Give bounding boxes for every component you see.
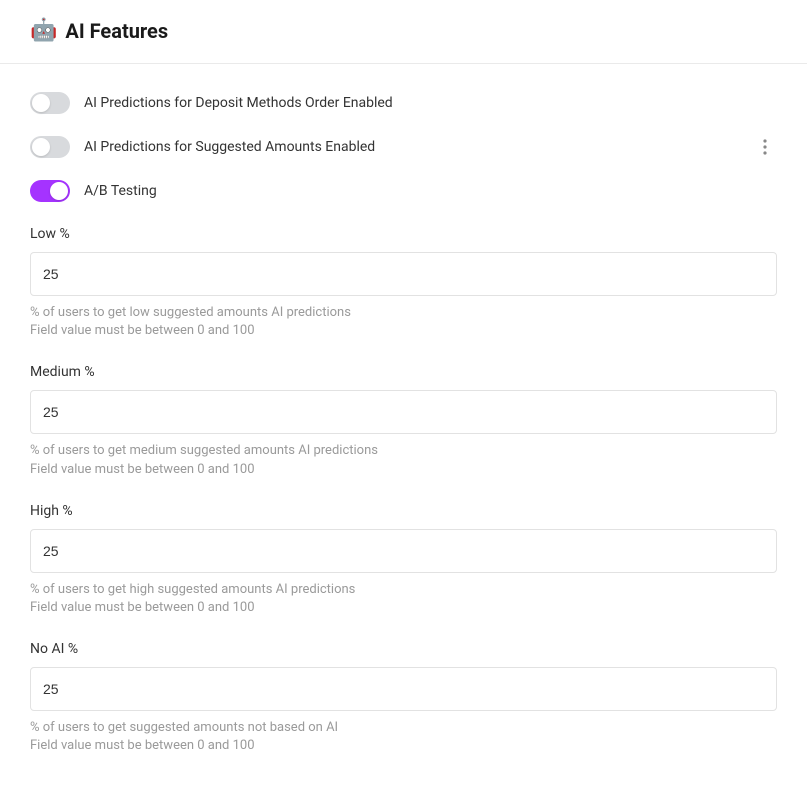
page-title: AI Features	[65, 19, 168, 43]
toggle-deposit-methods[interactable]	[30, 92, 70, 114]
toggle-knob	[50, 182, 68, 200]
field-group-low: Low % % of users to get low suggested am…	[30, 226, 777, 340]
low-percent-input[interactable]	[30, 252, 777, 296]
toggle-knob	[32, 138, 50, 156]
high-percent-input[interactable]	[30, 529, 777, 573]
toggle-knob	[32, 94, 50, 112]
field-label-low: Low %	[30, 226, 777, 242]
toggle-row-deposit: AI Predictions for Deposit Methods Order…	[30, 92, 777, 114]
help-text: Field value must be between 0 and 100	[30, 599, 777, 617]
toggle-label-suggested: AI Predictions for Suggested Amounts Ena…	[84, 139, 375, 155]
toggle-ab-testing[interactable]	[30, 180, 70, 202]
help-text: % of users to get medium suggested amoun…	[30, 442, 777, 460]
field-help-noai: % of users to get suggested amounts not …	[30, 719, 777, 755]
help-text: Field value must be between 0 and 100	[30, 322, 777, 340]
toggle-row-suggested: AI Predictions for Suggested Amounts Ena…	[30, 136, 777, 158]
help-text: Field value must be between 0 and 100	[30, 737, 777, 755]
field-label-noai: No AI %	[30, 641, 777, 657]
field-label-medium: Medium %	[30, 364, 777, 380]
help-text: % of users to get suggested amounts not …	[30, 719, 777, 737]
robot-icon: 🤖	[30, 18, 57, 43]
toggle-label-deposit: AI Predictions for Deposit Methods Order…	[84, 95, 393, 111]
field-label-high: High %	[30, 503, 777, 519]
help-text: Field value must be between 0 and 100	[30, 461, 777, 479]
page-header: 🤖 AI Features	[0, 0, 807, 64]
field-group-medium: Medium % % of users to get medium sugges…	[30, 364, 777, 478]
medium-percent-input[interactable]	[30, 390, 777, 434]
toggle-suggested-amounts[interactable]	[30, 136, 70, 158]
toggle-row-abtest: A/B Testing	[30, 180, 777, 202]
field-group-high: High % % of users to get high suggested …	[30, 503, 777, 617]
more-options-button[interactable]	[753, 135, 777, 159]
noai-percent-input[interactable]	[30, 667, 777, 711]
help-text: % of users to get high suggested amounts…	[30, 581, 777, 599]
field-help-medium: % of users to get medium suggested amoun…	[30, 442, 777, 478]
toggle-label-abtest: A/B Testing	[84, 183, 157, 199]
field-help-high: % of users to get high suggested amounts…	[30, 581, 777, 617]
field-help-low: % of users to get low suggested amounts …	[30, 304, 777, 340]
field-group-noai: No AI % % of users to get suggested amou…	[30, 641, 777, 755]
content-area: AI Predictions for Deposit Methods Order…	[0, 64, 807, 786]
help-text: % of users to get low suggested amounts …	[30, 304, 777, 322]
more-vertical-icon	[763, 139, 767, 155]
